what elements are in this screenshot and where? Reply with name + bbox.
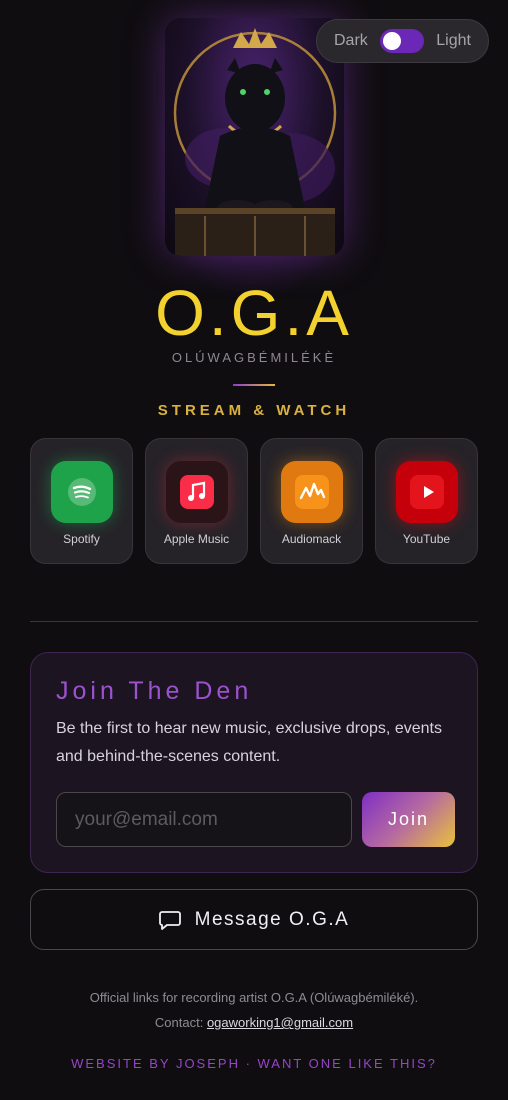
- footer-contact: Contact: ogaworking1@gmail.com: [0, 1015, 508, 1030]
- spotify-icon: [51, 461, 113, 523]
- youtube-icon: [396, 461, 458, 523]
- apple-music-icon: [166, 461, 228, 523]
- theme-light-label: Light: [436, 32, 471, 49]
- join-title: Join The Den: [56, 677, 253, 705]
- platform-links: Spotify Apple Music Audiomack YouTube: [30, 438, 478, 564]
- artist-title: O.G.A: [155, 277, 353, 349]
- theme-toggle[interactable]: Dark Light: [316, 19, 489, 63]
- crowned-panther-image: [173, 28, 337, 256]
- website-credit-link[interactable]: WEBSITE BY JOSEPH · WANT ONE LIKE THIS?: [0, 1056, 508, 1071]
- artist-subtitle: OLÚWAGBÉMILÉKÈ: [171, 350, 337, 365]
- platform-card-apple-music[interactable]: Apple Music: [145, 438, 248, 564]
- footer-text: Official links for recording artist O.G.…: [89, 990, 419, 1005]
- section-divider: [30, 621, 478, 622]
- theme-switch[interactable]: [380, 29, 425, 53]
- theme-dark-label: Dark: [334, 32, 368, 49]
- platform-card-youtube[interactable]: YouTube: [375, 438, 478, 564]
- platform-label-spotify: Spotify: [63, 532, 100, 546]
- accent-divider: [233, 384, 275, 386]
- audiomack-icon: [281, 461, 343, 523]
- platform-card-spotify[interactable]: Spotify: [30, 438, 133, 564]
- join-card: Join The Den Be the first to hear new mu…: [30, 652, 478, 873]
- stream-section-title: STREAM & WATCH: [157, 402, 351, 419]
- email-input[interactable]: [56, 792, 352, 847]
- join-description: Be the first to hear new music, exclusiv…: [56, 720, 442, 765]
- platform-label-youtube: YouTube: [402, 532, 451, 546]
- platform-label-apple-music: Apple Music: [163, 532, 230, 546]
- switch-knob: [383, 32, 402, 50]
- message-button-label: Message O.G.A: [194, 908, 350, 930]
- cover-art: [165, 18, 344, 256]
- chat-bubble-icon: [158, 910, 181, 930]
- contact-prefix: Contact:: [154, 1015, 204, 1030]
- platform-label-audiomack: Audiomack: [281, 532, 342, 546]
- message-button[interactable]: Message O.G.A: [30, 889, 478, 950]
- contact-email-link[interactable]: ogaworking1@gmail.com: [207, 1015, 353, 1030]
- platform-card-audiomack[interactable]: Audiomack: [260, 438, 363, 564]
- join-button[interactable]: Join: [362, 792, 455, 847]
